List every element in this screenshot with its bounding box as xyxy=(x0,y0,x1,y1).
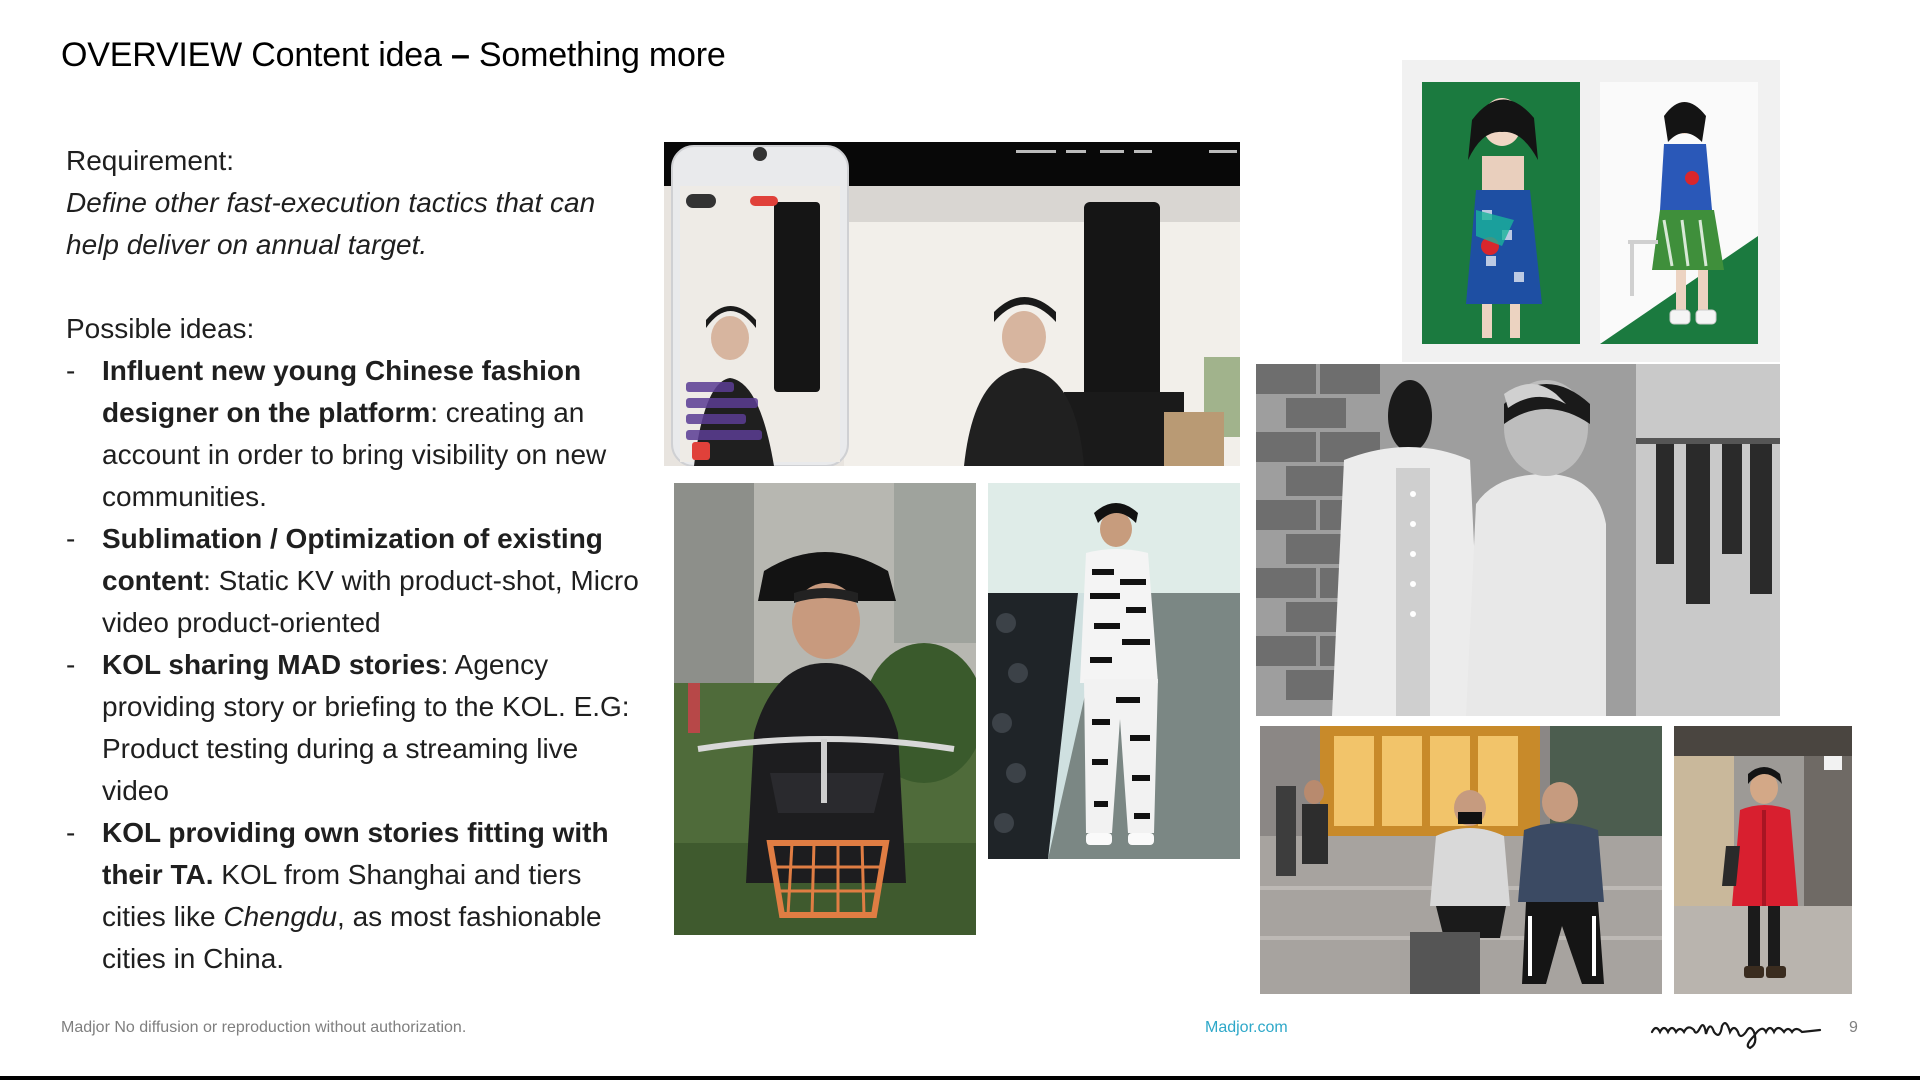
red-coat-photo xyxy=(1674,726,1852,994)
models-green-backdrop-photo xyxy=(1402,60,1780,362)
bullet-dash: - xyxy=(66,817,76,848)
street-duo-photo xyxy=(1260,726,1662,994)
title-main: OVERVIEW Content idea xyxy=(61,36,451,74)
page-number: 9 xyxy=(1849,1019,1858,1036)
designer-bw-photo xyxy=(1256,364,1780,716)
footer-website-link[interactable]: Madjor.com xyxy=(1205,1019,1288,1037)
ideas-list: - Influent new young Chinese fashion des… xyxy=(66,350,646,980)
footer-disclaimer: Madjor No diffusion or reproduction with… xyxy=(61,1019,467,1036)
title-rest: Something more xyxy=(469,36,726,74)
idea-city: Chengdu xyxy=(223,901,338,932)
title-dash: – xyxy=(450,36,470,74)
bullet-dash: - xyxy=(66,523,76,554)
idea-item: - Influent new young Chinese fashion des… xyxy=(66,350,646,518)
cyclist-photo xyxy=(674,483,976,935)
idea-item: - KOL providing own stories fitting with… xyxy=(66,812,646,980)
ideas-label: Possible ideas: xyxy=(66,313,255,344)
runway-photo xyxy=(988,483,1240,859)
content-text-block: Requirement: Define other fast-execution… xyxy=(66,140,646,980)
requirement-line-2: help deliver on annual target. xyxy=(66,229,428,260)
idea-item: - KOL sharing MAD stories: Agency provid… xyxy=(66,644,646,812)
idea-item: - Sublimation / Optimization of existing… xyxy=(66,518,646,644)
slide-title: OVERVIEW Content idea – Something more xyxy=(61,36,726,75)
maulignac-logo xyxy=(1650,1021,1822,1050)
bullet-dash: - xyxy=(66,355,76,386)
bottom-divider xyxy=(0,1076,1920,1080)
bullet-dash: - xyxy=(66,649,76,680)
idea-bold: KOL sharing MAD stories xyxy=(102,649,441,680)
livestream-photo xyxy=(664,142,1240,466)
requirement-label: Requirement: xyxy=(66,145,235,176)
requirement-line-1: Define other fast-execution tactics that… xyxy=(66,187,596,218)
